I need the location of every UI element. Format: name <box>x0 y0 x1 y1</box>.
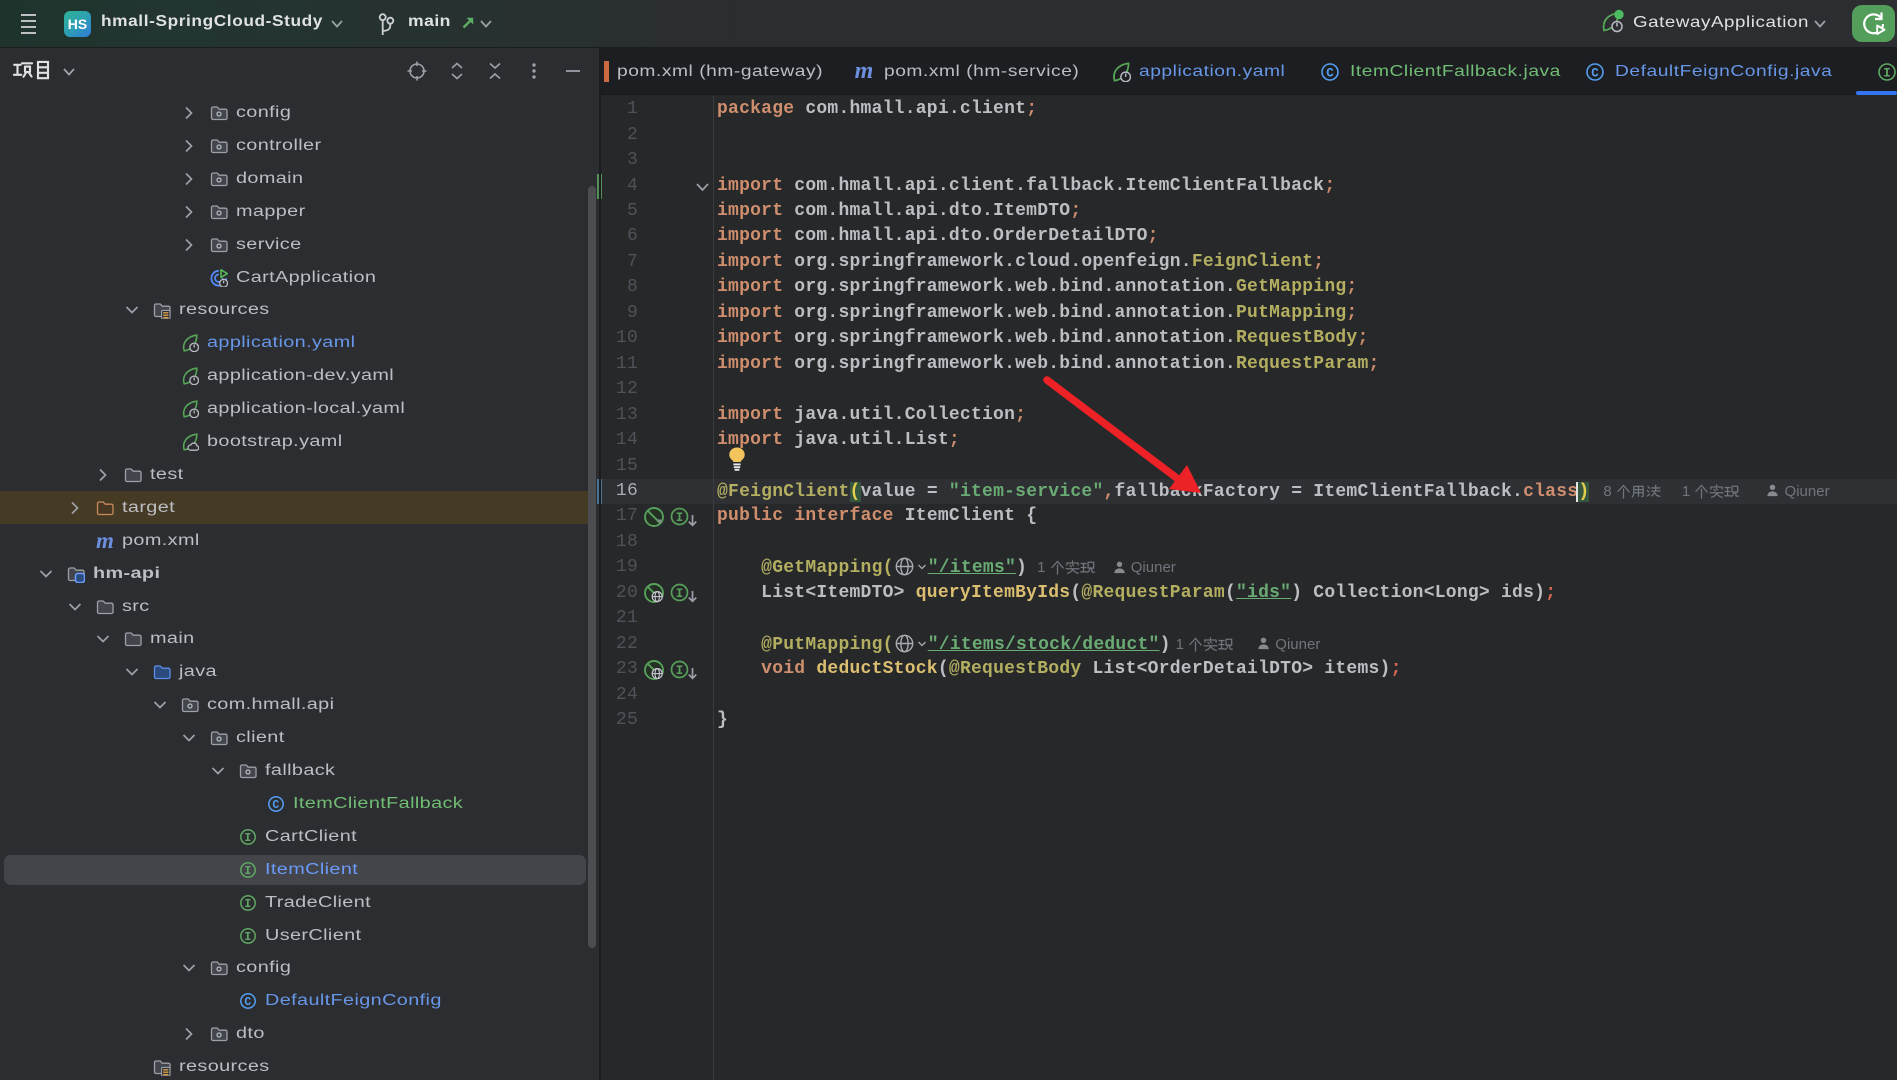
svg-text:I: I <box>676 587 684 601</box>
svg-text:I: I <box>244 931 251 944</box>
svg-text:I: I <box>244 898 251 911</box>
svg-text:C: C <box>272 799 279 812</box>
svg-text:I: I <box>676 511 684 525</box>
svg-text:C: C <box>244 996 251 1009</box>
svg-text:I: I <box>244 832 251 845</box>
svg-text:I: I <box>244 865 251 878</box>
svg-text:I: I <box>676 664 684 678</box>
